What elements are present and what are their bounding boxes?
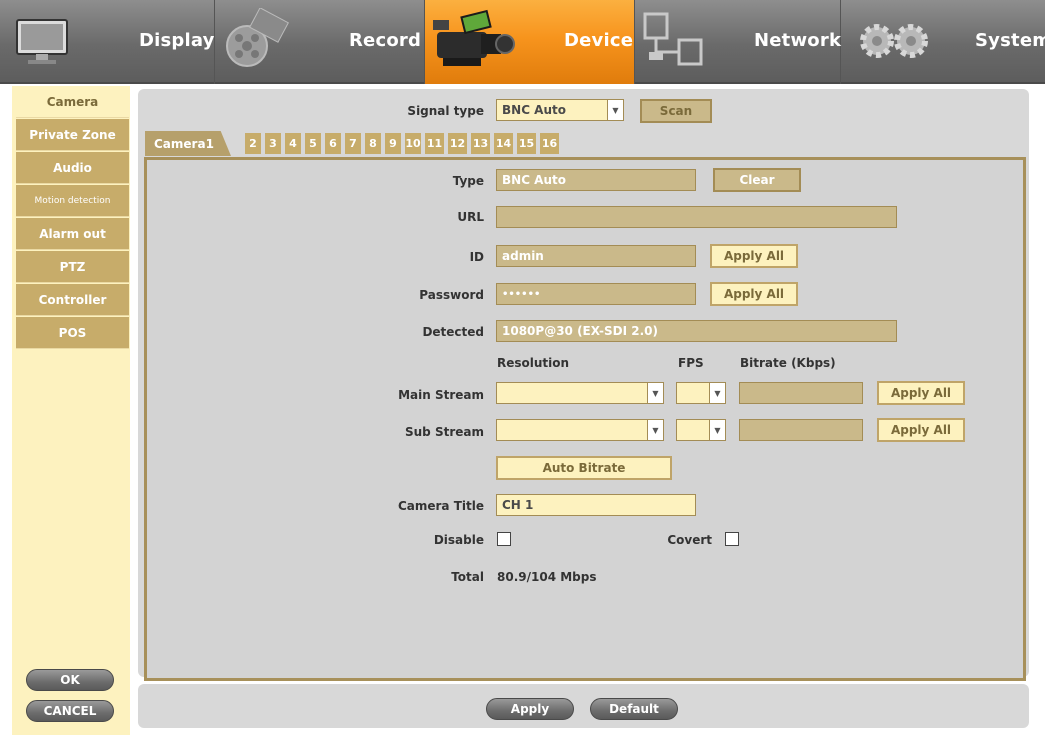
type-label: Type [452,174,484,188]
tab-network-label: Network [754,30,842,51]
main-stream-label: Main Stream [398,388,484,402]
tab-camera-1[interactable]: Camera1 [145,131,231,156]
tab-camera-7[interactable]: 7 [345,133,361,154]
main-stream-fps-select[interactable]: ▼ [676,382,726,404]
tab-network[interactable]: Network [635,0,841,84]
tab-system[interactable]: System [841,0,1045,84]
apply-button[interactable]: Apply [486,698,574,720]
fps-header: FPS [678,356,704,370]
main-stream-apply-all-button[interactable]: Apply All [877,381,965,405]
tab-device[interactable]: Device [425,0,635,84]
film-reel-icon [219,7,289,77]
id-field[interactable]: admin [496,245,696,267]
covert-checkbox[interactable] [725,532,739,546]
tab-record-label: Record [349,30,422,51]
password-apply-all-button[interactable]: Apply All [710,282,798,306]
bitrate-header: Bitrate (Kbps) [740,356,836,370]
sub-stream-resolution-select[interactable]: ▼ [496,419,664,441]
total-value: 80.9/104 Mbps [497,570,597,584]
tab-display-label: Display [139,30,215,51]
sub-stream-label: Sub Stream [405,425,484,439]
sidebar-item-camera[interactable]: Camera [16,86,129,118]
monitor-icon [14,14,70,73]
camera-title-label: Camera Title [397,499,484,513]
sub-stream-fps-select[interactable]: ▼ [676,419,726,441]
auto-bitrate-button[interactable]: Auto Bitrate [496,456,672,480]
clear-button[interactable]: Clear [713,168,801,192]
tab-display[interactable]: Display [0,0,215,84]
signal-type-label: Signal type [407,104,484,118]
chevron-down-icon: ▼ [607,100,623,120]
gears-icon [855,16,935,69]
tab-camera-16[interactable]: 16 [540,133,559,154]
password-field[interactable]: •••••• [496,283,696,305]
id-label: ID [469,250,484,264]
tab-camera-12[interactable]: 12 [448,133,467,154]
password-label: Password [419,288,484,302]
tab-camera-15[interactable]: 15 [517,133,536,154]
tab-camera-11[interactable]: 11 [425,133,444,154]
cancel-button[interactable]: CANCEL [26,700,114,722]
sidebar: Camera Private Zone Audio Motion detecti… [12,86,130,735]
main-stream-bitrate-field[interactable] [739,382,863,404]
footer-bar [138,684,1029,728]
sidebar-item-motion-detection[interactable]: Motion detection [16,185,129,217]
main-stream-resolution-select[interactable]: ▼ [496,382,664,404]
network-icon [641,10,707,75]
tab-device-label: Device [564,30,634,51]
sidebar-item-audio[interactable]: Audio [16,152,129,184]
video-camera-icon [429,6,517,81]
sidebar-item-pos[interactable]: POS [16,317,129,349]
tab-camera-3[interactable]: 3 [265,133,281,154]
sub-stream-bitrate-field[interactable] [739,419,863,441]
url-label: URL [457,210,484,224]
chevron-down-icon: ▼ [709,383,725,403]
sidebar-item-ptz[interactable]: PTZ [16,251,129,283]
disable-checkbox[interactable] [497,532,511,546]
signal-type-value: BNC Auto [502,103,566,117]
chevron-down-icon: ▼ [647,383,663,403]
tab-camera-13[interactable]: 13 [471,133,490,154]
signal-type-select[interactable]: BNC Auto ▼ [496,99,624,121]
detected-field: 1080P@30 (EX-SDI 2.0) [496,320,897,342]
covert-label: Covert [667,533,712,547]
sidebar-item-controller[interactable]: Controller [16,284,129,316]
url-field[interactable] [496,206,897,228]
chevron-down-icon: ▼ [709,420,725,440]
tab-camera-9[interactable]: 9 [385,133,401,154]
tab-camera-14[interactable]: 14 [494,133,513,154]
chevron-down-icon: ▼ [647,420,663,440]
tab-camera-6[interactable]: 6 [325,133,341,154]
scan-button[interactable]: Scan [640,99,712,123]
detected-label: Detected [422,325,484,339]
id-apply-all-button[interactable]: Apply All [710,244,798,268]
default-button[interactable]: Default [590,698,678,720]
tab-camera-10[interactable]: 10 [405,133,421,154]
tab-system-label: System [975,30,1045,51]
tab-camera-4[interactable]: 4 [285,133,301,154]
tab-camera-8[interactable]: 8 [365,133,381,154]
top-navigation: Display Record Device Network System [0,0,1045,84]
sidebar-item-private-zone[interactable]: Private Zone [16,119,129,151]
camera-title-input[interactable]: CH 1 [496,494,696,516]
tab-record[interactable]: Record [215,0,425,84]
tab-camera-5[interactable]: 5 [305,133,321,154]
resolution-header: Resolution [497,356,570,370]
sidebar-item-alarm-out[interactable]: Alarm out [16,218,129,250]
disable-label: Disable [433,533,484,547]
type-field: BNC Auto [496,169,696,191]
ok-button[interactable]: OK [26,669,114,691]
tab-camera-2[interactable]: 2 [245,133,261,154]
sub-stream-apply-all-button[interactable]: Apply All [877,418,965,442]
total-label: Total [451,570,484,584]
